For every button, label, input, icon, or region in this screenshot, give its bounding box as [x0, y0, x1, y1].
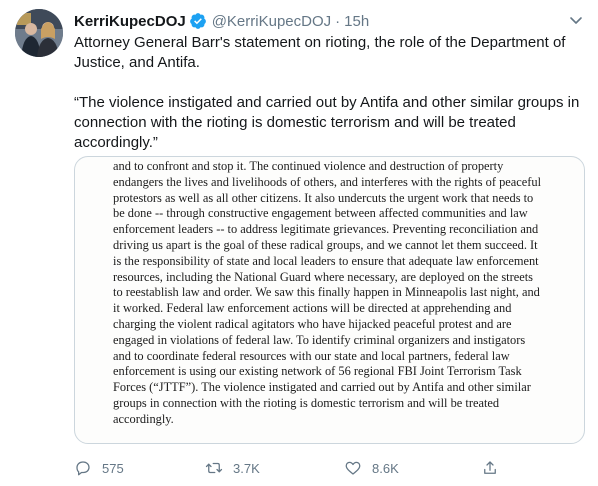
separator-dot: · [335, 12, 341, 30]
like-button[interactable]: 8.6K [344, 456, 399, 480]
reply-count: 575 [102, 460, 124, 476]
document-line: engaged in violations of federal law. To… [113, 332, 526, 347]
retweet-icon [205, 462, 223, 474]
document-line: to reestablish law and order. We saw thi… [113, 285, 540, 300]
document-line: be done -- through constructive engageme… [113, 206, 528, 221]
document-line: groups in connection with the rioting is… [113, 395, 500, 410]
document-line: driving us apart is the goal of these ra… [113, 237, 538, 252]
like-count: 8.6K [372, 460, 399, 476]
document-line: enforcement leaders -- to address legiti… [113, 222, 539, 237]
retweet-button[interactable]: 3.7K [205, 456, 260, 480]
tweet-text-quote: “The violence instigated and carried out… [74, 94, 580, 151]
tweet-text: Attorney General Barr's statement on rio… [74, 33, 584, 153]
document-line: enforcement is using our existing networ… [113, 364, 522, 379]
tweet-text-intro: Attorney General Barr's statement on rio… [74, 34, 566, 71]
retweet-count: 3.7K [233, 460, 260, 476]
tweet-header: KerriKupecDOJ @KerriKupecDOJ · 15h [74, 10, 554, 32]
timestamp[interactable]: 15h [344, 13, 369, 30]
tweet-actions: 575 3.7K 8.6K [74, 456, 584, 480]
avatar[interactable] [15, 9, 63, 57]
more-options-caret-icon[interactable] [568, 12, 584, 28]
document-line: and to confront and stop it. The continu… [113, 159, 504, 173]
document-line: protestors as well as all other citizens… [113, 190, 534, 205]
document-line: is the responsibility of state and local… [113, 253, 539, 268]
document-line: accordingly. [113, 411, 174, 426]
document-line: resources, including the National Guard … [113, 269, 533, 284]
document-line: it worked. Federal law enforcement actio… [113, 301, 512, 316]
share-button[interactable] [481, 456, 499, 480]
document-text: and to confront and stop it. The continu… [113, 159, 573, 428]
document-line: endangers the lives and livelihoods of o… [113, 174, 542, 189]
document-line: Forces (“JTTF”). The violence instigated… [113, 380, 531, 395]
reply-button[interactable]: 575 [74, 456, 124, 480]
statement-document-image[interactable]: and to confront and stop it. The continu… [74, 156, 585, 444]
share-icon [484, 461, 496, 474]
document-line: charging the violent radical agitators w… [113, 316, 512, 331]
tweet[interactable]: KerriKupecDOJ @KerriKupecDOJ · 15h Attor… [0, 0, 598, 486]
display-name[interactable]: KerriKupecDOJ [74, 13, 186, 30]
verified-badge-icon [189, 12, 207, 30]
like-icon [345, 461, 361, 475]
avatar-image [15, 9, 63, 57]
handle[interactable]: @KerriKupecDOJ [212, 13, 331, 30]
reply-icon [76, 461, 90, 476]
document-line: and to coordinate federal resources with… [113, 348, 510, 363]
